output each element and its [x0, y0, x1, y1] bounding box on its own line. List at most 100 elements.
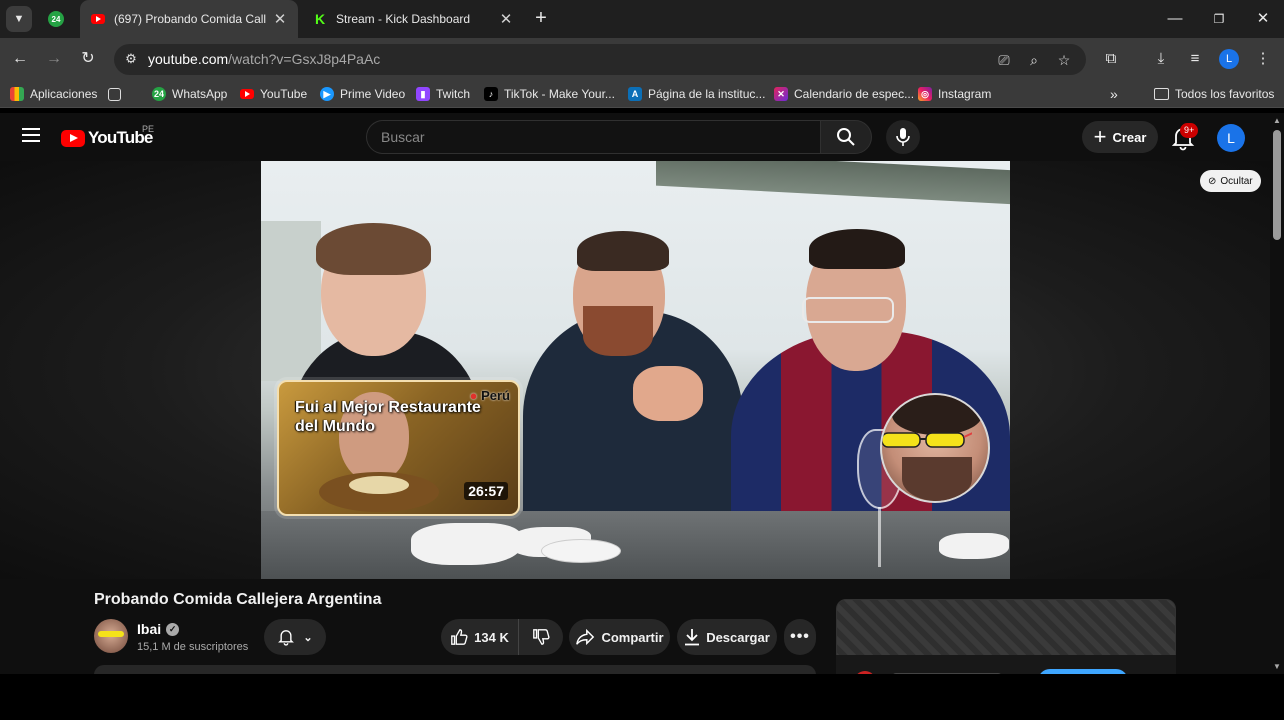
- dislike-button[interactable]: [519, 628, 563, 646]
- site-info-icon[interactable]: ⚙: [122, 50, 140, 68]
- bookmark-label: Calendario de espec...: [794, 87, 915, 101]
- youtube-icon: [90, 11, 106, 27]
- close-tab-icon[interactable]: ✕: [498, 10, 514, 28]
- grid-icon: [108, 87, 121, 101]
- bookmark-institucion[interactable]: A Página de la instituc...: [628, 85, 765, 103]
- tiktok-icon: ♪: [484, 87, 498, 101]
- like-button[interactable]: 134 K: [441, 619, 519, 655]
- back-button[interactable]: ←: [8, 47, 32, 71]
- channel-name[interactable]: Ibai ✓: [137, 621, 180, 637]
- video-scene-awning: [656, 161, 1010, 205]
- avatar-sunglasses: [98, 631, 124, 637]
- endcard-food: [349, 476, 409, 494]
- bookmark-calendario[interactable]: ✕ Calendario de espec...: [774, 85, 914, 103]
- reload-button[interactable]: ↻: [76, 47, 100, 71]
- minimize-button[interactable]: —: [1160, 6, 1190, 32]
- create-button[interactable]: + Crear: [1082, 121, 1158, 153]
- bookmark-youtube[interactable]: YouTube: [240, 85, 307, 103]
- scroll-up-icon[interactable]: ▲: [1272, 116, 1282, 125]
- thumbs-down-icon: [533, 629, 550, 645]
- extensions-icon[interactable]: ⧉: [1100, 48, 1122, 70]
- share-button[interactable]: Compartir: [569, 619, 670, 655]
- plus-icon: +: [1093, 124, 1107, 149]
- handshake: [633, 366, 703, 421]
- youtube-page: YouTube PE Buscar + Crear 9+ L Fui al Me…: [0, 113, 1270, 674]
- bell-icon: [278, 630, 295, 646]
- bookmark-label: Twitch: [436, 87, 471, 101]
- bookmark-twitch[interactable]: ▮ Twitch: [416, 85, 470, 103]
- close-window-button[interactable]: ✕: [1248, 6, 1278, 32]
- share-icon: [576, 628, 595, 646]
- download-icon: [685, 629, 700, 646]
- search-input[interactable]: Buscar: [366, 120, 821, 154]
- tab-search-dropdown-icon[interactable]: ▼: [6, 6, 32, 32]
- zoom-icon[interactable]: ⌕: [1024, 50, 1044, 70]
- downloads-icon[interactable]: ⤓: [1150, 48, 1172, 70]
- tab-groups-icon[interactable]: [108, 85, 127, 103]
- media-control-icon[interactable]: ≡: [1184, 48, 1206, 70]
- scrollbar-thumb[interactable]: [1273, 130, 1281, 240]
- bookmark-aplicaciones[interactable]: Aplicaciones: [10, 85, 97, 103]
- person-right-glasses: [802, 297, 894, 323]
- twitch-icon: ▮: [416, 87, 430, 101]
- all-bookmarks-label: Todos los favoritos: [1175, 87, 1275, 101]
- eye-off-icon: ⊘: [1208, 175, 1217, 187]
- bookmark-label: TikTok - Make Your...: [504, 87, 615, 101]
- description-box[interactable]: [94, 665, 816, 674]
- bookmark-label: Página de la instituc...: [648, 87, 766, 101]
- tab-title: (697) Probando Comida Callejera Argentin…: [114, 12, 266, 26]
- all-bookmarks-folder[interactable]: Todos los favoritos: [1154, 85, 1274, 103]
- bookmark-prime-video[interactable]: ▶ Prime Video: [320, 85, 405, 103]
- end-screen-video-card[interactable]: Fui al Mejor Restaurante del Mundo ● Per…: [277, 380, 520, 516]
- subscription-bell-button[interactable]: ⌄: [264, 619, 326, 655]
- hide-button[interactable]: ⊘ Ocultar: [1200, 170, 1261, 192]
- kick-icon: K: [314, 11, 326, 27]
- scroll-down-icon[interactable]: ▼: [1272, 662, 1282, 671]
- channel-avatar[interactable]: [94, 619, 128, 653]
- youtube-logo[interactable]: YouTube: [61, 127, 153, 149]
- napkin: [939, 533, 1009, 559]
- create-label: Crear: [1112, 129, 1147, 145]
- account-avatar[interactable]: L: [1217, 124, 1245, 152]
- pinned-tab[interactable]: 24: [40, 6, 72, 32]
- menu-icon[interactable]: [22, 128, 40, 142]
- bookmark-whatsapp[interactable]: 24 WhatsApp: [152, 85, 227, 103]
- bookmark-label: Prime Video: [340, 87, 406, 101]
- download-button[interactable]: Descargar: [677, 619, 777, 655]
- person-left-hair: [316, 223, 431, 275]
- share-label: Compartir: [601, 629, 664, 645]
- search-button[interactable]: [820, 120, 872, 154]
- url-path: /watch?v=GsxJ8p4PaAc: [228, 51, 381, 67]
- video-title: Probando Comida Callejera Argentina: [94, 591, 382, 608]
- browser-menu-icon[interactable]: ⋮: [1252, 48, 1274, 70]
- endcard-title: Fui al Mejor Restaurante del Mundo: [295, 399, 481, 435]
- bookmark-instagram[interactable]: ◎ Instagram: [918, 85, 991, 103]
- video-player[interactable]: [261, 161, 1010, 579]
- url-text[interactable]: youtube.com/watch?v=GsxJ8p4PaAc: [148, 51, 380, 67]
- tab-youtube[interactable]: (697) Probando Comida Callejera Argentin…: [80, 0, 298, 38]
- facecam-beard: [902, 457, 972, 501]
- install-app-icon[interactable]: ⎚: [994, 50, 1014, 70]
- bookmark-label: WhatsApp: [172, 87, 228, 101]
- bookmark-star-icon[interactable]: ☆: [1054, 50, 1074, 70]
- bookmark-tiktok[interactable]: ♪ TikTok - Make Your...: [484, 85, 615, 103]
- country-code: PE: [142, 124, 155, 134]
- channel-name-text: Ibai: [137, 621, 162, 637]
- more-bookmarks-icon[interactable]: »: [1110, 85, 1118, 103]
- endcard-location: ● Perú: [470, 388, 510, 403]
- thumbs-up-icon: [451, 629, 468, 645]
- browser-profile-avatar[interactable]: L: [1219, 49, 1239, 69]
- new-tab-button[interactable]: +: [530, 8, 552, 30]
- tab-kick-dashboard[interactable]: K Stream - Kick Dashboard ✕: [302, 0, 524, 38]
- calendar-icon: ✕: [774, 87, 788, 101]
- close-tab-icon[interactable]: ✕: [272, 10, 288, 28]
- forward-button[interactable]: →: [42, 47, 66, 71]
- voice-search-button[interactable]: [886, 120, 920, 154]
- endcard-duration: 26:57: [464, 482, 508, 500]
- microphone-icon: [896, 128, 910, 146]
- restore-button[interactable]: ❐: [1204, 6, 1234, 32]
- more-actions-icon[interactable]: •••: [784, 619, 816, 655]
- wine-glass-stem: [878, 507, 881, 567]
- chevron-down-icon: ⌄: [303, 631, 313, 644]
- like-count: 134 K: [474, 629, 509, 645]
